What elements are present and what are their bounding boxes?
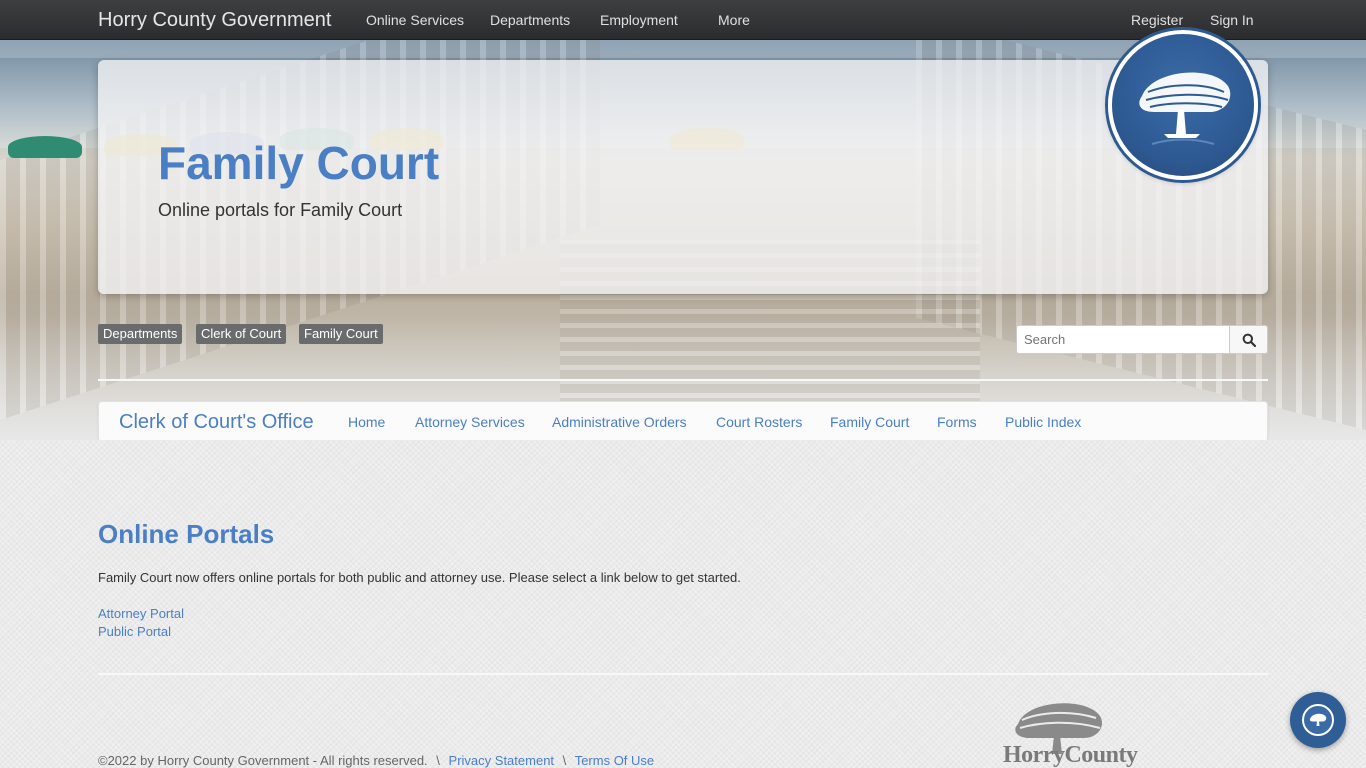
terms-of-use-link[interactable]: Terms Of Use: [575, 753, 654, 768]
subnav-family-court[interactable]: Family Court: [830, 414, 909, 430]
section-description: Family Court now offers online portals f…: [98, 570, 741, 585]
section-title: Online Portals: [98, 519, 275, 549]
sign-in-link[interactable]: Sign In: [1210, 12, 1254, 28]
page-subtitle: Online portals for Family Court: [158, 200, 403, 220]
nav-more[interactable]: More: [718, 12, 750, 28]
subnav-court-rosters[interactable]: Court Rosters: [716, 414, 802, 430]
divider: [98, 673, 1268, 675]
tree-icon: [1309, 713, 1327, 726]
breadcrumb-departments[interactable]: Departments: [98, 324, 183, 344]
subnav-attorney-services[interactable]: Attorney Services: [415, 414, 525, 430]
hero-panel: Family Court Online portals for Family C…: [98, 60, 1268, 294]
subnav-title[interactable]: Clerk of Court's Office: [119, 411, 314, 434]
register-link[interactable]: Register: [1131, 12, 1183, 28]
public-portal-link[interactable]: Public Portal: [98, 624, 171, 639]
subnav-home[interactable]: Home: [348, 414, 385, 430]
breadcrumb-clerk-of-court[interactable]: Clerk of Court: [196, 324, 287, 344]
search-icon: [1242, 333, 1256, 347]
nav-online-services[interactable]: Online Services: [366, 12, 464, 28]
attorney-portal-link[interactable]: Attorney Portal: [98, 606, 184, 621]
privacy-statement-link[interactable]: Privacy Statement: [449, 753, 555, 768]
footer-separator: \: [436, 753, 440, 768]
county-seal-logo[interactable]: [1108, 30, 1258, 180]
nav-departments[interactable]: Departments: [490, 12, 570, 28]
subnav-forms[interactable]: Forms: [937, 414, 977, 430]
divider: [98, 379, 1268, 381]
page-title: Family Court: [158, 137, 440, 189]
department-subnav: Clerk of Court's Office Home Attorney Se…: [98, 401, 1268, 442]
footer-logo-text: HorryCounty: [1003, 742, 1138, 768]
footer: ©2022 by Horry County Government - All r…: [98, 753, 654, 768]
footer-separator: \: [562, 753, 567, 768]
site-brand[interactable]: Horry County Government: [98, 9, 331, 32]
content-background: [0, 440, 1366, 768]
breadcrumb-family-court[interactable]: Family Court: [299, 324, 383, 344]
subnav-administrative-orders[interactable]: Administrative Orders: [552, 414, 687, 430]
subnav-public-index[interactable]: Public Index: [1005, 414, 1081, 430]
chat-button[interactable]: [1290, 692, 1346, 748]
search-button[interactable]: [1229, 325, 1268, 354]
nav-employment[interactable]: Employment: [600, 12, 678, 28]
copyright-text: ©2022 by Horry County Government - All r…: [98, 753, 428, 768]
tree-icon: [1139, 72, 1231, 145]
search-input[interactable]: [1016, 325, 1230, 354]
